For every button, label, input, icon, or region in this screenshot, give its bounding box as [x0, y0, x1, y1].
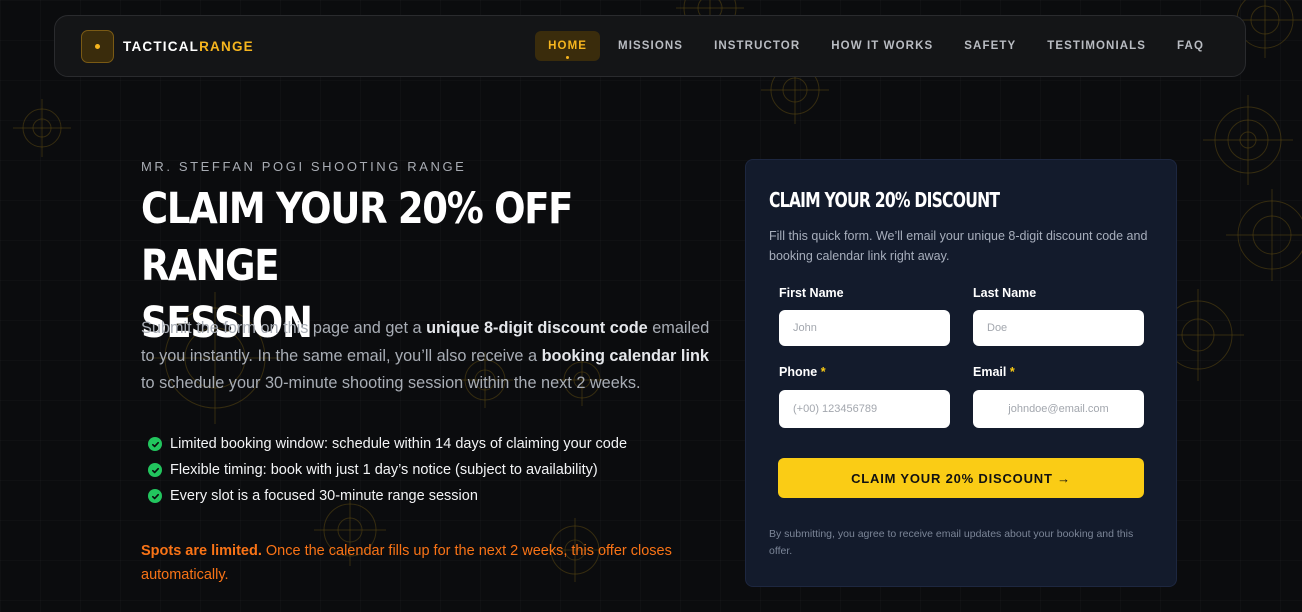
brand-name: TACTICALRANGE: [123, 39, 254, 54]
required-mark: *: [1009, 365, 1015, 379]
discount-form-card: CLAIM YOUR 20% DISCOUNT Fill this quick …: [745, 159, 1177, 587]
email-label: Email *: [973, 365, 1015, 379]
nav-menu: HOME MISSIONS INSTRUCTOR HOW IT WORKS SA…: [530, 31, 1217, 61]
first-name-input[interactable]: [779, 310, 950, 346]
intro-bold-discount-code: unique 8-digit discount code: [426, 319, 648, 337]
nav-item-missions[interactable]: MISSIONS: [605, 31, 696, 61]
top-navbar: TACTICALRANGE HOME MISSIONS INSTRUCTOR H…: [54, 15, 1246, 77]
first-name-label: First Name: [779, 286, 844, 300]
hero-eyebrow: MR. STEFFAN POGI SHOOTING RANGE: [141, 159, 467, 174]
nav-item-faq[interactable]: FAQ: [1164, 31, 1217, 61]
crosshair-target-icon: [13, 99, 71, 157]
nav-item-instructor[interactable]: INSTRUCTOR: [701, 31, 813, 61]
logo-dot-icon: [95, 43, 100, 49]
hero-intro: Submit the form on this page and get a u…: [141, 315, 721, 398]
crosshair-target-icon: [1226, 189, 1302, 281]
check-circle-icon: [148, 489, 162, 503]
benefit-text: Every slot is a focused 30-minute range …: [170, 488, 478, 504]
phone-label: Phone *: [779, 365, 826, 379]
email-input[interactable]: [973, 390, 1144, 428]
limited-notice: Spots are limited. Once the calendar fil…: [141, 539, 701, 587]
brand-name-main: TACTICAL: [123, 38, 200, 54]
benefit-text: Flexible timing: book with just 1 day’s …: [170, 462, 598, 478]
benefit-item: Flexible timing: book with just 1 day’s …: [148, 457, 627, 483]
phone-label-text: Phone: [779, 365, 818, 379]
email-label-text: Email: [973, 365, 1007, 379]
check-circle-icon: [148, 463, 162, 477]
intro-bold-calendar-link: booking calendar link: [541, 346, 709, 365]
brand-name-accent: RANGE: [199, 38, 254, 54]
nav-item-testimonials[interactable]: TESTIMONIALS: [1034, 31, 1159, 61]
intro-text-1: Submit the form on this page and get a: [141, 319, 427, 337]
phone-input[interactable]: [779, 390, 950, 428]
nav-item-safety[interactable]: SAFETY: [951, 31, 1029, 61]
hero-headline-line1: CLAIM YOUR 20% OFF RANGE: [141, 184, 573, 291]
logo-badge: [81, 29, 114, 63]
benefit-text: Limited booking window: schedule within …: [170, 436, 628, 452]
consent-text: By submitting, you agree to receive emai…: [769, 528, 1134, 557]
limited-notice-strong: Spots are limited.: [141, 543, 262, 559]
crosshair-target-icon: [1203, 95, 1293, 185]
benefit-item: Every slot is a focused 30-minute range …: [148, 483, 627, 509]
claim-discount-button[interactable]: CLAIM YOUR 20% DISCOUNT →: [778, 458, 1144, 498]
benefits-list: Limited booking window: schedule within …: [148, 431, 627, 509]
required-mark: *: [820, 365, 826, 379]
benefit-item: Limited booking window: schedule within …: [148, 431, 627, 457]
intro-text-3: to schedule your 30-minute shooting sess…: [141, 374, 641, 392]
form-description: Fill this quick form. We’ll email your u…: [769, 229, 1148, 263]
last-name-input[interactable]: [973, 310, 1144, 346]
last-name-label: Last Name: [973, 286, 1037, 300]
nav-item-how-it-works[interactable]: HOW IT WORKS: [818, 31, 946, 61]
check-circle-icon: [148, 437, 162, 451]
form-title: CLAIM YOUR 20% DISCOUNT: [769, 188, 1000, 212]
brand-logo[interactable]: TACTICALRANGE: [81, 29, 254, 63]
nav-item-home[interactable]: HOME: [535, 31, 601, 61]
